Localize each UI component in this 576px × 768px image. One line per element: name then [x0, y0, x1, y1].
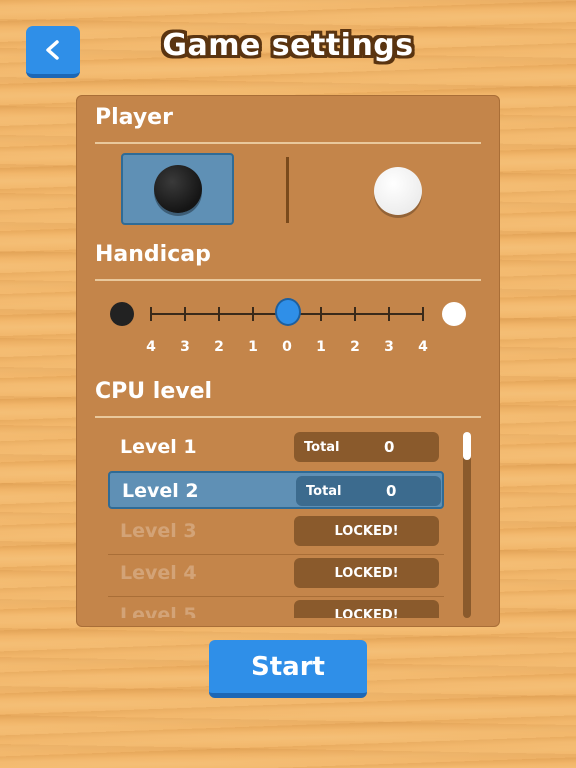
- cpu-level-row[interactable]: Level 2 Total 0: [108, 471, 444, 509]
- locked-badge: LOCKED!: [294, 600, 439, 618]
- handicap-slider-knob[interactable]: [275, 298, 301, 326]
- score-badge: Total 0: [294, 432, 439, 462]
- handicap-tick-label: 2: [350, 339, 360, 355]
- locked-label: LOCKED!: [334, 607, 399, 619]
- total-value: 0: [386, 482, 397, 500]
- handicap-section-label: Handicap: [95, 242, 211, 267]
- handicap-tick-label: 3: [384, 339, 394, 355]
- cpu-level-name: Level 1: [120, 436, 197, 458]
- cpu-level-row: Level 3 LOCKED!: [108, 513, 444, 551]
- total-label: Total: [306, 483, 342, 499]
- level-scrollbar-thumb[interactable]: [463, 432, 471, 460]
- handicap-tick: [388, 307, 390, 321]
- settings-panel: Player Handicap 4 3 2 1 0 1 2 3 4 CPU level Leve…: [76, 95, 500, 627]
- white-end-icon: [442, 302, 466, 326]
- cpu-level-row: Level 5 LOCKED!: [108, 597, 444, 618]
- locked-label: LOCKED!: [334, 523, 399, 539]
- handicap-tick-label: 4: [146, 339, 156, 355]
- handicap-divider: [95, 279, 481, 281]
- handicap-tick: [354, 307, 356, 321]
- cpu-level-row: Level 4 LOCKED!: [108, 555, 444, 593]
- handicap-tick: [150, 307, 152, 321]
- handicap-tick-label: 4: [418, 339, 428, 355]
- handicap-tick-label: 2: [214, 339, 224, 355]
- total-value: 0: [384, 438, 395, 456]
- cpu-level-list[interactable]: Level 1 Total 0 Level 2 Total 0 Level 3 LOCKED!…: [108, 428, 448, 618]
- black-stone-icon: [153, 165, 202, 213]
- handicap-tick: [320, 307, 322, 321]
- handicap-tick: [184, 307, 186, 321]
- page-title: Game settings: [162, 28, 414, 63]
- total-label: Total: [304, 439, 340, 455]
- handicap-tick-label: 1: [248, 339, 258, 355]
- level-separator: [108, 596, 444, 597]
- player-divider: [95, 142, 481, 144]
- player-separator: [286, 157, 289, 223]
- cpu-divider: [95, 416, 481, 418]
- score-badge: Total 0: [296, 476, 441, 506]
- handicap-tick-label: 3: [180, 339, 190, 355]
- cpu-level-name: Level 3: [120, 520, 197, 542]
- cpu-level-row[interactable]: Level 1 Total 0: [108, 429, 444, 467]
- locked-badge: LOCKED!: [294, 516, 439, 546]
- handicap-tick: [422, 307, 424, 321]
- cpu-section-label: CPU level: [95, 379, 213, 404]
- locked-label: LOCKED!: [334, 565, 399, 581]
- handicap-tick-label: 1: [316, 339, 326, 355]
- player-section-label: Player: [95, 105, 173, 130]
- start-button[interactable]: Start: [209, 640, 367, 698]
- cpu-level-name: Level 4: [120, 562, 197, 584]
- locked-badge: LOCKED!: [294, 558, 439, 588]
- cpu-level-name: Level 2: [122, 480, 199, 502]
- handicap-tick-label: 0: [282, 339, 292, 355]
- cpu-level-name: Level 5: [120, 604, 197, 618]
- handicap-tick: [218, 307, 220, 321]
- black-end-icon: [110, 302, 134, 326]
- player-option-white[interactable]: [374, 167, 422, 215]
- player-option-black[interactable]: [121, 153, 234, 225]
- handicap-tick: [252, 307, 254, 321]
- level-separator: [108, 554, 444, 555]
